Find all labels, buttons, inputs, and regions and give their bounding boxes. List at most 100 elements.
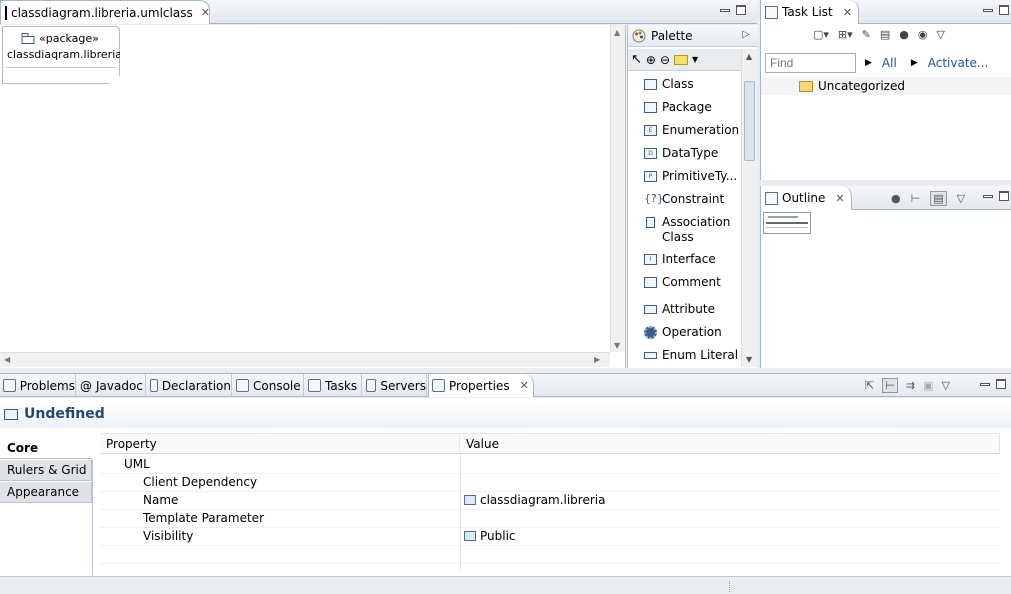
collapse-all-icon[interactable]: ▤: [880, 28, 890, 41]
overview-icon[interactable]: ▤: [930, 191, 947, 206]
palette-item-enum-literal[interactable]: Enum Literal: [644, 348, 738, 362]
activate-link[interactable]: Activate...: [928, 56, 989, 70]
minimize-icon[interactable]: [720, 8, 730, 12]
task-category-row[interactable]: Uncategorized: [761, 77, 1011, 95]
select-arrow-icon[interactable]: ↖: [631, 52, 642, 67]
view-menu-icon[interactable]: ▽: [957, 192, 965, 205]
minimize-icon[interactable]: [980, 382, 990, 386]
view-menu-icon[interactable]: ▽: [941, 379, 949, 392]
property-value[interactable]: Public: [464, 529, 516, 543]
focus-icon[interactable]: ✎: [862, 28, 871, 41]
tab-servers[interactable]: Servers: [363, 374, 427, 397]
task-filter-row: ▶ All ▶ Activate...: [865, 56, 988, 70]
palette-item-constraint[interactable]: {?} Constraint: [644, 192, 724, 206]
palette-collapse-icon[interactable]: ▷: [742, 29, 750, 40]
repository-icon[interactable]: ◉: [918, 28, 928, 41]
tab-tasks[interactable]: Tasks: [305, 374, 362, 397]
scroll-down-icon[interactable]: ▼: [746, 355, 752, 364]
side-tab-rulers-grid[interactable]: Rulers & Grid: [0, 460, 92, 481]
properties-icon: [432, 379, 445, 392]
filter-all-link[interactable]: All: [882, 56, 897, 70]
package-node[interactable]: «package» classdiaqram.libreria: [2, 26, 120, 84]
palette-item-attribute[interactable]: Attribute: [644, 302, 715, 316]
maximize-icon[interactable]: [999, 5, 1009, 15]
table-row-client-dependency[interactable]: Client Dependency: [100, 474, 1000, 492]
new-task-icon[interactable]: ▢▾: [813, 28, 829, 41]
maximize-icon[interactable]: [736, 5, 746, 15]
editor-tab-umlclass[interactable]: classdiagram.libreria.umlclass ✕: [0, 0, 210, 24]
palette-item-interface[interactable]: I Interface: [644, 252, 716, 266]
palette-item-comment[interactable]: Comment: [644, 275, 721, 289]
property-value[interactable]: classdiagram.libreria: [464, 493, 605, 507]
scroll-left-icon[interactable]: ◀: [4, 355, 10, 364]
filter-icon[interactable]: ●: [891, 192, 901, 205]
close-icon[interactable]: ✕: [520, 379, 529, 392]
table-row-uml[interactable]: UML: [100, 456, 1000, 474]
palette-item-operation[interactable]: Operation: [644, 325, 722, 339]
scroll-up-icon[interactable]: ▲: [614, 28, 620, 37]
tab-properties[interactable]: Properties ✕: [428, 374, 534, 397]
palette-item-datatype[interactable]: D DataType: [644, 146, 718, 160]
tab-outline[interactable]: Outline ✕: [761, 186, 852, 210]
properties-table: Property Value UML Client Dependency Nam…: [100, 433, 1000, 571]
close-icon[interactable]: ✕: [835, 192, 844, 205]
palette-item-label: DataType: [662, 146, 719, 160]
palette-scroll-thumb[interactable]: [744, 81, 755, 161]
tree-icon[interactable]: ⊢: [911, 192, 921, 205]
palette-header[interactable]: Palette ▷: [628, 25, 758, 47]
view-menu-icon[interactable]: ▽: [937, 28, 945, 41]
scroll-right-icon[interactable]: ▶: [594, 355, 600, 364]
close-icon[interactable]: ✕: [843, 6, 852, 19]
editor-horizontal-scrollbar[interactable]: ◀ ▶: [0, 352, 610, 367]
tab-console[interactable]: Console: [233, 374, 304, 397]
column-header-value[interactable]: Value: [460, 434, 1000, 454]
restore-default-icon[interactable]: ▣: [923, 379, 933, 392]
tab-javadoc[interactable]: @ Javadoc: [77, 374, 146, 397]
property-name: Client Dependency: [143, 475, 258, 489]
pin-icon[interactable]: ⇱: [865, 379, 874, 392]
table-row-visibility[interactable]: Visibility Public: [100, 528, 1000, 546]
outline-thumbnail[interactable]: [763, 212, 811, 234]
table-row-name[interactable]: Name classdiagram.libreria: [100, 492, 1000, 510]
diagram-canvas[interactable]: «package» classdiaqram.libreria ▲ ▼ ◀ ▶: [0, 25, 626, 368]
palette-icon: [632, 29, 646, 42]
palette-item-primitive-type[interactable]: P PrimitiveTy...: [644, 169, 737, 183]
maximize-icon[interactable]: [999, 191, 1009, 201]
close-icon[interactable]: ✕: [201, 6, 210, 19]
editor-window-controls: [720, 5, 746, 15]
palette-item-class[interactable]: Class: [644, 77, 694, 91]
table-row-template-parameter[interactable]: Template Parameter: [100, 510, 1000, 528]
palette-item-package[interactable]: Package: [644, 100, 712, 114]
minimize-icon[interactable]: [983, 194, 993, 198]
show-categories-icon[interactable]: ⊢: [882, 378, 898, 393]
task-list-header: Task List ✕: [761, 0, 1011, 24]
palette-item-enumeration[interactable]: E Enumeration: [644, 123, 739, 137]
palette-item-association-class[interactable]: Association Class: [644, 215, 730, 245]
task-find-input[interactable]: [765, 53, 856, 73]
task-list-view: Task List ✕ ▢▾ ⊞▾ ✎ ▤ ● ◉ ▽ ▶ All ▶ Acti…: [760, 0, 1011, 180]
palette-scrollbar[interactable]: ▲ ▼: [741, 49, 757, 367]
note-icon[interactable]: [674, 54, 689, 65]
minimize-icon[interactable]: [983, 8, 993, 12]
maximize-icon[interactable]: [996, 379, 1006, 389]
side-tab-core[interactable]: Core: [0, 438, 92, 459]
editor-vertical-scrollbar[interactable]: ▲ ▼: [610, 25, 625, 352]
tab-task-list[interactable]: Task List ✕: [761, 0, 859, 24]
property-value-text: Public: [480, 529, 516, 543]
tab-problems[interactable]: Problems: [0, 374, 76, 397]
association-class-icon: [646, 217, 655, 228]
note-dropdown-icon[interactable]: ▼: [692, 55, 698, 64]
sync-icon[interactable]: ●: [899, 28, 909, 41]
advanced-icon[interactable]: ⇉: [906, 379, 915, 392]
tab-declaration[interactable]: Declaration: [147, 374, 232, 397]
zoom-in-icon[interactable]: ⊕: [646, 53, 656, 67]
outline-toolbar: ● ⊢ ▤ ▽: [891, 191, 965, 206]
categorize-icon[interactable]: ⊞▾: [838, 28, 853, 41]
value-icon: [464, 531, 476, 541]
scroll-up-icon[interactable]: ▲: [746, 52, 752, 61]
zoom-out-icon[interactable]: ⊖: [660, 53, 670, 67]
column-header-property[interactable]: Property: [100, 434, 460, 454]
scroll-down-icon[interactable]: ▼: [614, 341, 620, 350]
side-tab-appearance[interactable]: Appearance: [0, 482, 92, 503]
task-category-label: Uncategorized: [818, 79, 905, 93]
